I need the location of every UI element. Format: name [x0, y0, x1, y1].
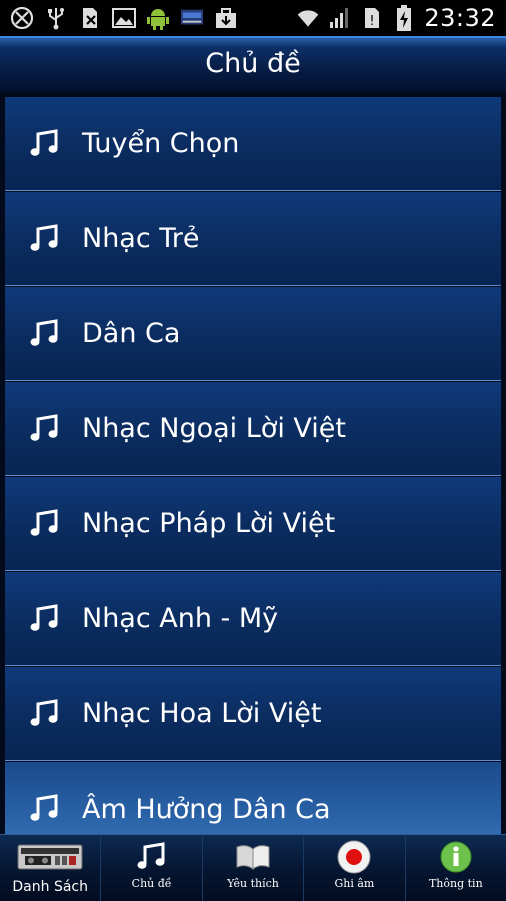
tab-ghi-am[interactable]: Ghi âm — [304, 835, 406, 901]
music-note-icon — [30, 413, 58, 441]
list-item-label: Nhạc Anh - Mỹ — [82, 603, 279, 634]
music-note-icon — [30, 603, 58, 631]
sync-off-icon — [10, 6, 34, 30]
music-note-icon — [30, 318, 58, 346]
list-item[interactable]: Âm Hưởng Dân Ca — [5, 762, 501, 834]
list-item[interactable]: Dân Ca — [5, 287, 501, 381]
wifi-icon — [296, 6, 320, 30]
list-item-label: Nhạc Ngoại Lời Việt — [82, 413, 346, 444]
list-item-label: Dân Ca — [82, 318, 181, 349]
list-item-label: Nhạc Trẻ — [82, 223, 200, 254]
tab-label: Yêu thích — [227, 877, 279, 890]
record-icon — [337, 840, 371, 874]
system-icons: ! 23:32 — [296, 4, 496, 32]
sd-card-icon — [78, 6, 102, 30]
tab-chu-de[interactable]: Chủ đề — [101, 835, 203, 901]
tab-label: Danh Sách — [12, 879, 88, 895]
download-bag-icon — [214, 6, 238, 30]
list-item[interactable]: Nhạc Anh - Mỹ — [5, 572, 501, 666]
status-bar: ! 23:32 — [0, 0, 506, 36]
title-bar: Chủ đề — [0, 36, 506, 92]
list-item[interactable]: Tuyển Chọn — [5, 97, 501, 191]
music-note-icon — [30, 508, 58, 536]
music-note-icon — [137, 842, 165, 869]
music-note-icon — [30, 698, 58, 726]
list-item-label: Nhạc Pháp Lời Việt — [82, 508, 336, 539]
image-icon — [112, 6, 136, 30]
list-item[interactable]: Nhạc Trẻ — [5, 192, 501, 286]
android-debug-icon — [146, 6, 170, 30]
signal-icon — [328, 6, 352, 30]
list-item[interactable]: Nhạc Ngoại Lời Việt — [5, 382, 501, 476]
tab-danh-sach[interactable]: Danh Sách — [0, 835, 102, 901]
bottom-tab-bar: Danh Sách Chủ đề Yêu thích Ghi âm Thông … — [0, 834, 506, 901]
notification-icons — [10, 4, 238, 32]
topic-list[interactable]: Tuyển Chọn Nhạc Trẻ Dân Ca Nhạc Ngoại Lờ… — [0, 92, 506, 834]
music-note-icon — [30, 128, 58, 156]
list-item[interactable]: Nhạc Hoa Lời Việt — [5, 667, 501, 761]
book-icon — [236, 845, 270, 871]
tab-yeu-thich[interactable]: Yêu thích — [203, 835, 305, 901]
list-item-label: Âm Hưởng Dân Ca — [82, 793, 331, 825]
video-app-icon — [180, 6, 204, 30]
status-time: 23:32 — [424, 4, 496, 32]
list-item-label: Nhạc Hoa Lời Việt — [82, 698, 322, 729]
music-note-icon — [30, 794, 58, 821]
music-note-icon — [30, 223, 58, 251]
tab-thong-tin[interactable]: Thông tin — [406, 835, 506, 901]
tab-label: Ghi âm — [334, 877, 375, 890]
info-icon — [440, 841, 472, 873]
cassette-player-icon — [17, 844, 83, 870]
usb-icon — [44, 6, 68, 30]
list-item[interactable]: Nhạc Pháp Lời Việt — [5, 477, 501, 571]
no-sim-icon: ! — [360, 6, 384, 30]
tab-label: Chủ đề — [131, 877, 172, 890]
svg-text:!: ! — [370, 14, 375, 29]
tab-label: Thông tin — [428, 877, 483, 890]
page-title: Chủ đề — [205, 48, 301, 79]
battery-charging-icon — [392, 5, 416, 31]
list-item-label: Tuyển Chọn — [82, 128, 240, 159]
